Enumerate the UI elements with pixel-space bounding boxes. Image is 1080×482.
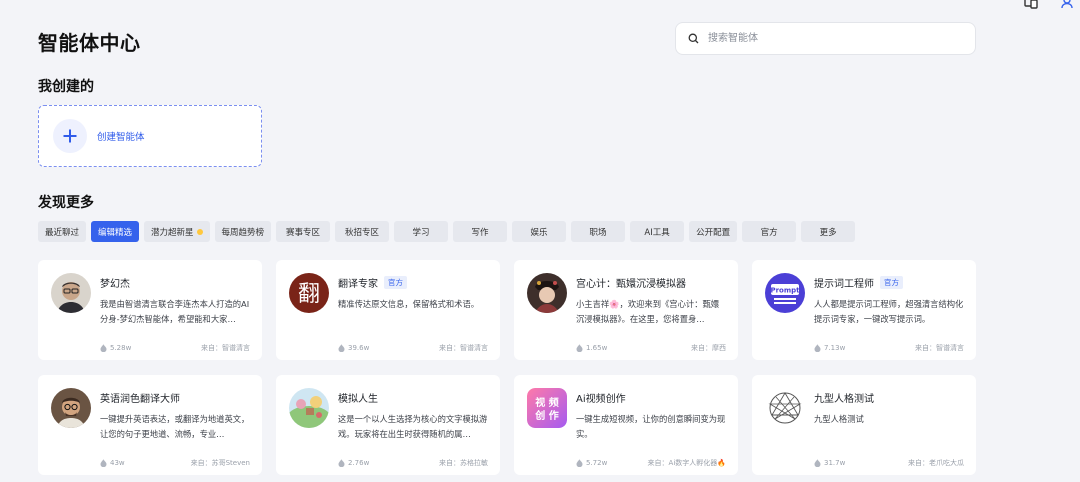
tab-entertainment[interactable]: 娱乐: [512, 221, 567, 242]
agent-card[interactable]: 梦幻杰 我是由智谱清言联合李连杰本人打造的AI分身-梦幻杰智能体，希望能和大家……: [38, 260, 262, 360]
agent-description: 人人都是提示词工程师，超强清言结构化提示词专家，一键改写提示词。: [814, 299, 964, 324]
flame-icon: [100, 344, 107, 352]
flame-icon: [338, 344, 345, 352]
tab-study[interactable]: 学习: [394, 221, 449, 242]
flame-icon: [100, 459, 107, 467]
agent-description: 精准传达原文信息，保留格式和术语。: [338, 299, 480, 309]
agent-description: 一键提升英语表达，或翻译为地道英文，让您的句子更地道、流畅，专业…: [100, 414, 250, 439]
usage-count: 5.72w: [576, 459, 607, 467]
agent-source: 来自：Ai数字人孵化器🔥: [647, 459, 726, 467]
agent-name: 翻译专家: [338, 279, 378, 290]
agent-card[interactable]: Prompt 提示词工程师 官方 人人都是提示词工程师，超强清言结构化提示词专家，…: [752, 260, 976, 360]
usage-count: 7.13w: [814, 344, 845, 352]
fan-character-avatar: 翻: [289, 273, 329, 313]
agent-name: 九型人格测试: [814, 394, 874, 405]
agent-description: 小主吉祥🌸，欢迎来到《宫心计：甄嬛沉浸模拟器》。在这里，您将置身…: [576, 299, 720, 324]
star-dot-icon: [196, 228, 203, 235]
agent-source: 来自：智谱清言: [439, 344, 488, 352]
tab-workplace[interactable]: 职场: [571, 221, 626, 242]
search-icon: [688, 29, 699, 48]
flame-icon: [576, 459, 583, 467]
svg-text:Prompt: Prompt: [770, 287, 800, 295]
official-badge: 官方: [384, 276, 407, 289]
tab-rising-stars[interactable]: 潜力超新星: [144, 221, 210, 242]
agent-grid: 梦幻杰 我是由智谱清言联合李连杰本人打造的AI分身-梦幻杰智能体，希望能和大家……: [38, 260, 976, 475]
agent-description: 我是由智谱清言联合李连杰本人打造的AI分身-梦幻杰智能体，希望能和大家…: [100, 299, 250, 324]
prompt-avatar: Prompt: [765, 273, 805, 313]
device-switch-icon[interactable]: [1024, 0, 1038, 9]
tab-campus-recruit[interactable]: 秋招专区: [335, 221, 390, 242]
category-tabs: 最近聊过 编辑精选 潜力超新星 每周趋势榜 赛事专区 秋招专区 学习 写作 娱乐…: [38, 221, 856, 242]
agent-name: 英语润色翻译大师: [100, 394, 180, 405]
agent-card[interactable]: 英语润色翻译大师 一键提升英语表达，或翻译为地道英文，让您的句子更地道、流畅，专…: [38, 375, 262, 475]
tab-official[interactable]: 官方: [742, 221, 797, 242]
tab-contests[interactable]: 赛事专区: [276, 221, 331, 242]
created-section-title: 我创建的: [38, 79, 94, 95]
plus-icon: [53, 119, 87, 153]
flame-icon: [814, 459, 821, 467]
discover-section-title: 发现更多: [38, 195, 94, 211]
agent-source: 来自：智谱清言: [201, 344, 250, 352]
agent-card[interactable]: 翻 翻译专家 官方 精准传达原文信息，保留格式和术语。 39.6w 来自：智谱清言: [276, 260, 500, 360]
usage-count: 31.7w: [814, 459, 845, 467]
flame-icon: [814, 344, 821, 352]
tab-weekly-trending[interactable]: 每周趋势榜: [214, 221, 272, 242]
empress-avatar: [527, 273, 567, 313]
svg-text:视 频: 视 频: [535, 396, 558, 409]
usage-count: 43w: [100, 459, 125, 467]
agent-description: 一键生成短视频，让你的创意瞬间变为现实。: [576, 414, 726, 439]
agent-card[interactable]: 视 频创 作 Ai视频创作 一键生成短视频，让你的创意瞬间变为现实。 5.72w…: [514, 375, 738, 475]
tab-public-config[interactable]: 公开配置: [689, 221, 738, 242]
tab-more[interactable]: 更多: [801, 221, 856, 242]
agent-card[interactable]: 宫心计：甄嬛沉浸模拟器 小主吉祥🌸，欢迎来到《宫心计：甄嬛沉浸模拟器》。在这里，…: [514, 260, 738, 360]
agent-card[interactable]: 九型人格测试 九型人格测试 31.7w 来自：老爪吃大瓜: [752, 375, 976, 475]
agent-name: 宫心计：甄嬛沉浸模拟器: [576, 279, 686, 290]
usage-count: 1.65w: [576, 344, 607, 352]
agent-description: 九型人格测试: [814, 414, 864, 424]
portrait-avatar: [51, 273, 91, 313]
usage-count: 39.6w: [338, 344, 369, 352]
agent-name: Ai视频创作: [576, 394, 626, 405]
search-box[interactable]: [675, 22, 976, 55]
agent-name: 提示词工程师: [814, 279, 874, 290]
usage-count: 5.28w: [100, 344, 131, 352]
landscape-avatar: [289, 388, 329, 428]
user-icon[interactable]: [1060, 0, 1074, 9]
agent-description: 这是一个以人生选择为核心的文字模拟游戏。玩家将在出生时获得随机的属…: [338, 414, 488, 439]
agent-card[interactable]: 模拟人生 这是一个以人生选择为核心的文字模拟游戏。玩家将在出生时获得随机的属… …: [276, 375, 500, 475]
create-agent-label: 创建智能体: [97, 132, 145, 143]
svg-text:创 作: 创 作: [534, 409, 558, 422]
video-avatar: 视 频创 作: [527, 388, 567, 428]
agent-name: 梦幻杰: [100, 279, 130, 290]
tab-writing[interactable]: 写作: [453, 221, 508, 242]
agent-source: 来自：智谱清言: [915, 344, 964, 352]
flame-icon: [576, 344, 583, 352]
enneagram-avatar: [765, 388, 805, 428]
top-right-icons: [1024, 0, 1074, 9]
agent-source: 来自：苏哥Steven: [190, 459, 250, 467]
tab-ai-tools[interactable]: AI工具: [630, 221, 685, 242]
create-agent-button[interactable]: 创建智能体: [38, 105, 262, 167]
agent-source: 来自：苏格拉敏: [439, 459, 488, 467]
agent-name: 模拟人生: [338, 394, 378, 405]
agent-source: 来自：摩西: [691, 344, 726, 352]
search-input[interactable]: [706, 32, 960, 45]
usage-count: 2.76w: [338, 459, 369, 467]
official-badge: 官方: [880, 276, 903, 289]
agent-source: 来自：老爪吃大瓜: [908, 459, 964, 467]
page-title: 智能体中心: [38, 31, 141, 55]
tab-recent[interactable]: 最近聊过: [38, 221, 87, 242]
glasses-man-avatar: [51, 388, 91, 428]
tab-editor-picks[interactable]: 编辑精选: [91, 221, 140, 242]
svg-text:翻: 翻: [298, 282, 320, 307]
flame-icon: [338, 459, 345, 467]
